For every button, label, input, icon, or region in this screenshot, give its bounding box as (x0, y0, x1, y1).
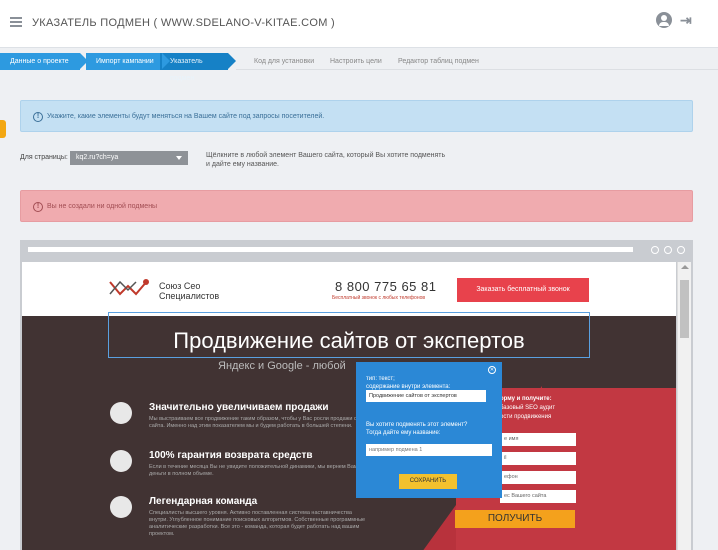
feature-title: 100% гарантия возврата средств (149, 450, 313, 461)
wizard-steps: Данные о проекте Импорт кампании Указате… (0, 53, 718, 82)
logout-icon[interactable]: ⇥ (680, 12, 694, 28)
name-input[interactable]: е имя (500, 433, 576, 446)
feature-title: Легендарная команда (149, 496, 258, 507)
brand-line1: Союз Сео (159, 281, 201, 291)
step-project-data[interactable]: Данные о проекте (0, 53, 88, 70)
page-select-label: Для страницы: (20, 154, 68, 161)
save-button[interactable]: СОХРАНИТЬ (399, 474, 457, 489)
replacement-name-input[interactable] (366, 444, 492, 456)
step-table-editor[interactable]: Редактор таблиц подмен (388, 53, 479, 70)
error-alert: ! Вы не создали ни одной подмены (20, 190, 693, 222)
window-dot-icon (664, 246, 672, 254)
menu-icon[interactable] (10, 17, 22, 28)
preview-scrollbar[interactable] (677, 262, 691, 550)
hero-headline[interactable]: Продвижение сайтов от экспертов (108, 328, 590, 354)
scroll-up-icon[interactable] (681, 265, 689, 269)
step-label: Данные о проекте (10, 58, 69, 65)
side-tab[interactable] (0, 120, 6, 138)
step-label: Редактор таблиц подмен (398, 58, 479, 65)
window-dot-icon (677, 246, 685, 254)
step-install-code[interactable]: Код для установки (244, 53, 314, 70)
hero-subheadline[interactable]: Яндекс и Google - любой (218, 360, 346, 372)
info-alert-text: Укажите, какие элементы будут меняться н… (47, 113, 325, 120)
site-preview[interactable]: Союз Сео Специалистов 8 800 775 65 81 Бе… (22, 262, 676, 550)
feature-title: Значительно увеличиваем продажи (149, 402, 329, 413)
info-alert: ! Укажите, какие элементы будут меняться… (20, 100, 693, 132)
page-title: УКАЗАТЕЛЬ ПОДМЕН ( WWW.SDELANO-V-KITAE.C… (32, 17, 336, 29)
team-icon (110, 496, 132, 518)
popup-question-line2: Тогда дайте ему название: (366, 430, 441, 436)
money-bag-icon (110, 402, 132, 424)
error-icon: ! (33, 202, 43, 212)
call-button[interactable]: Заказать бесплатный звонок (457, 278, 589, 302)
brand-line2: Специалистов (159, 291, 220, 301)
popup-question-line1: Вы хотите подменять этот элемент? (366, 422, 468, 428)
address-bar (28, 247, 633, 252)
email-input[interactable]: il (500, 452, 576, 465)
step-campaign-import[interactable]: Импорт кампании (86, 53, 170, 70)
scroll-thumb[interactable] (680, 280, 689, 338)
popup-type: тип: текст; (366, 376, 395, 382)
page-select[interactable]: kq2.ru?ch=ya (70, 151, 188, 165)
window-dot-icon (651, 246, 659, 254)
brand-name: Союз Сео Специалистов (159, 281, 219, 301)
phone-input[interactable]: ефон (500, 471, 576, 484)
get-button[interactable]: ПОЛУЧИТЬ (455, 510, 575, 528)
site-url-input[interactable]: ес Вашего сайта (500, 490, 576, 503)
step-label: Код для установки (254, 58, 315, 65)
logo-icon (109, 279, 149, 296)
replacement-popup: ✕ тип: текст; содержание внутри элемента… (356, 362, 502, 498)
phone-number[interactable]: 8 800 775 65 81 (335, 279, 436, 294)
popup-info: тип: текст; содержание внутри элемента: (366, 375, 450, 391)
hero-section: Продвижение сайтов от экспертов Яндекс и… (22, 312, 676, 550)
feature-text: Если в течение месяца Вы не увидите поло… (149, 464, 358, 477)
feature-item: 100% гарантия возврата средств Если в те… (110, 450, 370, 484)
user-icon[interactable] (656, 12, 672, 28)
feature-item: Значительно увеличиваем продажи Мы выстр… (110, 402, 370, 436)
form-text: ости продвижения (500, 414, 552, 420)
popup-question: Вы хотите подменять этот элемент? Тогда … (366, 421, 467, 437)
badge-100-icon (110, 450, 132, 472)
page-select-value: kq2.ru?ch=ya (76, 154, 119, 161)
step-label: Импорт кампании (96, 58, 154, 65)
feature-item: Легендарная команда Специалисты высшего … (110, 496, 370, 546)
feature-text: Специалисты высшего уровня. Активно пост… (149, 510, 366, 537)
error-alert-text: Вы не создали ни одной подмены (47, 203, 158, 210)
step-label: Указатель подмен (170, 58, 203, 82)
top-bar: УКАЗАТЕЛЬ ПОДМЕН ( WWW.SDELANO-V-KITAE.C… (0, 0, 718, 48)
content-field[interactable]: Продвижение сайтов от экспертов (366, 390, 486, 402)
form-text: базовый SEO аудит (500, 405, 556, 411)
step-replacement-pointer[interactable]: Указатель подмен (160, 53, 236, 82)
close-icon[interactable]: ✕ (488, 366, 496, 374)
info-icon: ! (33, 112, 43, 122)
phone-note: Бесплатный звонок с любых телефонов (332, 295, 426, 301)
feature-text: Мы выстраиваем все продвижение таким обр… (149, 416, 357, 429)
step-label: Настроить цели (330, 58, 382, 65)
step-goals[interactable]: Настроить цели (320, 53, 382, 70)
hint-text: Щёлкните в любой элемент Вашего сайта, к… (206, 152, 446, 168)
form-text: орму и получите: (500, 396, 552, 402)
